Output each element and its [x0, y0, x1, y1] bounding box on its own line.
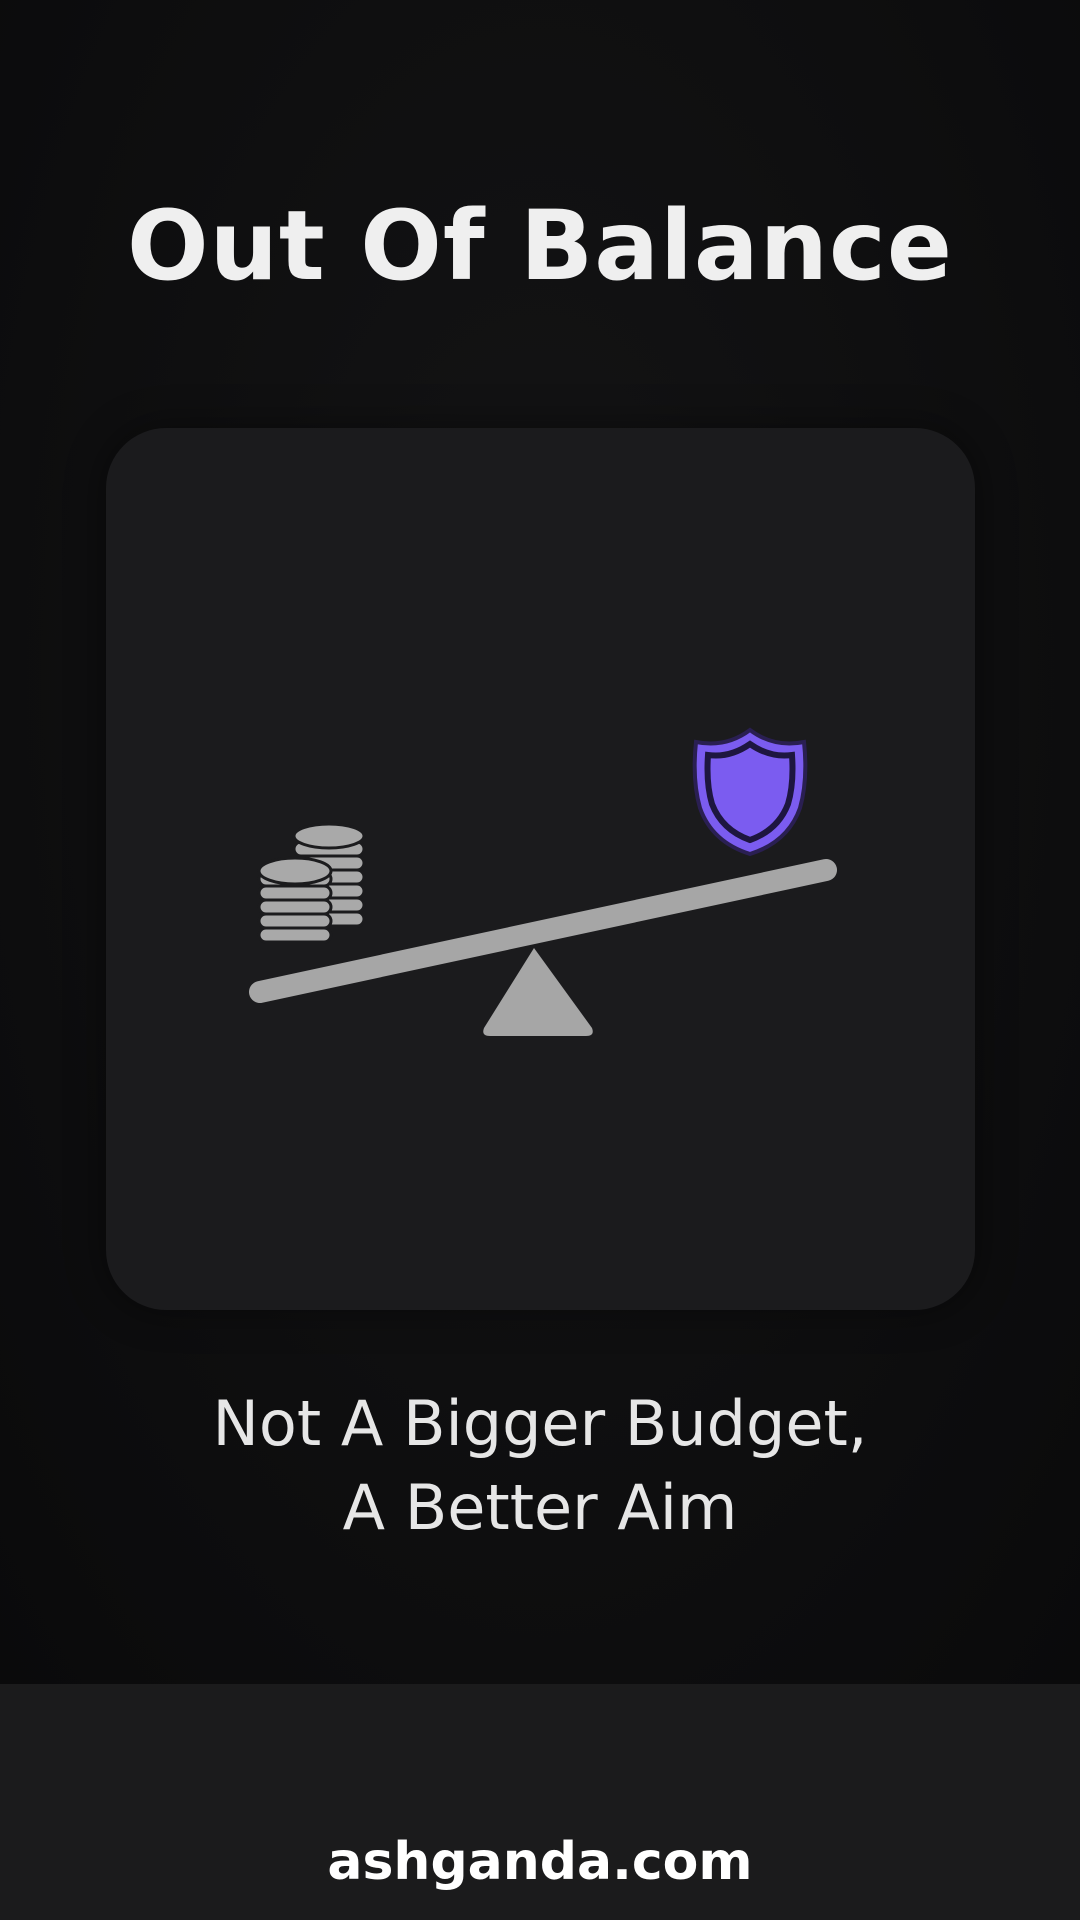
page-title: Out Of Balance	[126, 190, 954, 302]
illustration-card	[106, 428, 975, 1310]
triangle-fulcrum-icon	[483, 948, 593, 1036]
coin-stack-icon	[257, 822, 366, 944]
seesaw-illustration	[249, 727, 837, 1036]
subtitle-line-1: Not A Bigger Budget,	[212, 1387, 868, 1460]
footer-website-link[interactable]: ashganda.com	[0, 1836, 1080, 1888]
subtitle: Not A Bigger Budget, A Better Aim	[0, 1382, 1080, 1550]
shield-icon	[692, 727, 808, 857]
subtitle-line-2: A Better Aim	[342, 1471, 738, 1544]
